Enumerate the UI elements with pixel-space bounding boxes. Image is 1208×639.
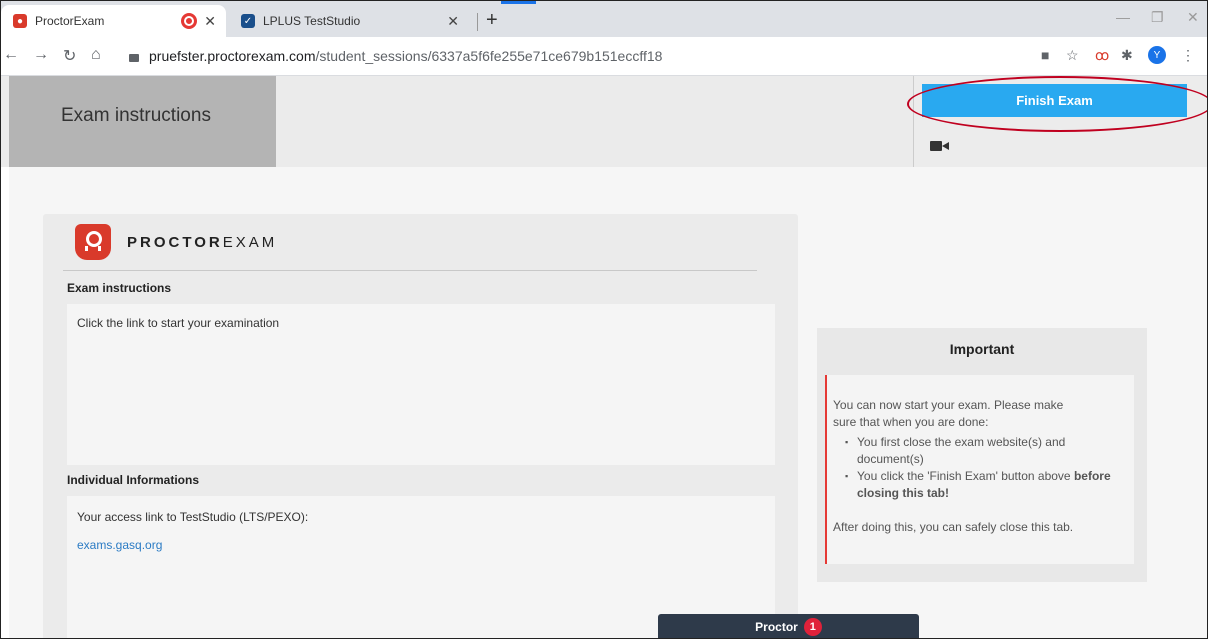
individual-informations-heading: Individual Informations <box>67 473 200 487</box>
close-tab-icon[interactable]: ✕ <box>204 13 216 30</box>
lock-icon <box>129 54 139 62</box>
home-icon[interactable]: ⌂ <box>91 46 101 64</box>
page-title: Exam instructions <box>61 105 211 126</box>
tab-title: LPLUS TestStudio <box>263 14 361 28</box>
important-outro: After doing this, you can safely close t… <box>833 520 1074 534</box>
restore-icon[interactable]: ❐ <box>1151 9 1164 26</box>
video-camera-icon[interactable] <box>930 141 949 151</box>
url-path: /student_sessions/6337a5f6fe255e71ce679b… <box>315 48 663 64</box>
proctor-chat-button[interactable]: Proctor 1 <box>658 614 919 638</box>
back-icon[interactable]: ← <box>3 46 19 64</box>
close-window-icon[interactable]: ✕ <box>1187 9 1199 26</box>
important-intro-line-1: You can now start your exam. Please make <box>833 398 1064 412</box>
notification-badge: 1 <box>803 618 822 636</box>
close-tab-icon[interactable]: ✕ <box>447 13 459 30</box>
menu-icon[interactable]: ⋮ <box>1181 47 1195 64</box>
proctorexam-extension-icon[interactable]: ꝏ <box>1095 47 1109 64</box>
minimize-icon[interactable]: — <box>1116 9 1130 25</box>
tab-lplus-teststudio[interactable]: ✓ LPLUS TestStudio ✕ <box>229 5 469 37</box>
tab-title: ProctorExam <box>35 14 105 28</box>
address-bar[interactable]: pruefster.proctorexam.com /student_sessi… <box>119 42 999 70</box>
bookmark-star-icon[interactable]: ☆ <box>1066 47 1079 64</box>
lplus-favicon-icon: ✓ <box>241 14 255 28</box>
extensions-icon[interactable]: ✱ <box>1121 47 1133 64</box>
proctorexam-logo-text: PROCTOREXAM <box>127 234 278 251</box>
access-link-label: Your access link to TestStudio (LTS/PEXO… <box>77 510 309 524</box>
exam-instructions-heading: Exam instructions <box>67 281 172 295</box>
browser-toolbar: ← → ↻ ⌂ pruefster.proctorexam.com /stude… <box>1 37 1207 76</box>
camera-indicator-icon[interactable]: ■ <box>1041 47 1049 63</box>
important-list-item: You first close the exam website(s) and … <box>845 434 1123 468</box>
forward-icon[interactable]: → <box>33 46 49 64</box>
header-title-panel: Exam instructions <box>9 76 276 167</box>
important-list: You first close the exam website(s) and … <box>841 434 1123 502</box>
proctor-label: Proctor <box>755 620 798 634</box>
access-link[interactable]: exams.gasq.org <box>77 538 162 552</box>
important-list-item: You click the 'Finish Exam' button above… <box>845 468 1123 502</box>
tab-separator <box>477 13 478 31</box>
exam-instructions-text: Click the link to start your examination <box>77 316 280 330</box>
reload-icon[interactable]: ↻ <box>63 46 76 66</box>
tab-strip: ● ProctorExam ✕ ✓ LPLUS TestStudio ✕ + —… <box>1 1 1207 37</box>
finish-exam-button[interactable]: Finish Exam <box>922 84 1187 117</box>
proctorexam-logo-icon <box>75 224 111 260</box>
new-tab-icon[interactable]: + <box>486 9 498 32</box>
profile-avatar[interactable]: Y <box>1148 46 1166 64</box>
important-intro-line-2: sure that when you are done: <box>833 415 989 429</box>
url-host: pruefster.proctorexam.com <box>149 48 316 64</box>
tab-proctorexam[interactable]: ● ProctorExam ✕ <box>1 5 226 37</box>
important-title: Important <box>949 341 1015 357</box>
proctorexam-favicon-icon: ● <box>13 14 27 28</box>
loading-indicator <box>501 1 536 4</box>
browser-window: ● ProctorExam ✕ ✓ LPLUS TestStudio ✕ + —… <box>0 0 1208 639</box>
divider <box>63 270 757 271</box>
recording-icon <box>184 16 195 26</box>
